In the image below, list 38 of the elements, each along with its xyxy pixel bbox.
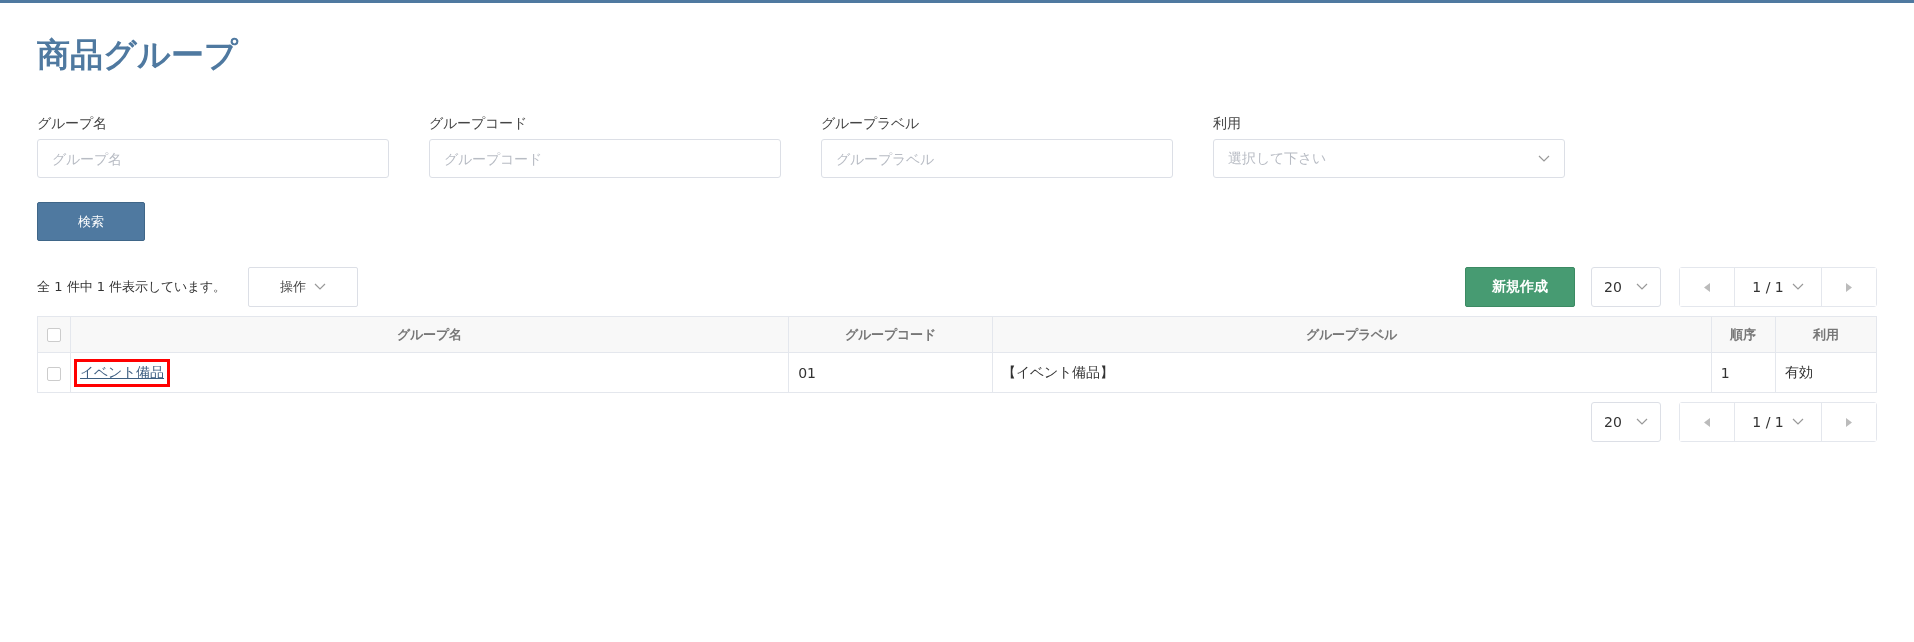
column-header[interactable]: グループ名 (70, 316, 789, 353)
page-size-select[interactable]: 20 (1591, 267, 1661, 307)
page-title: 商品グループ (37, 34, 238, 76)
checkbox[interactable] (47, 366, 61, 381)
search-button[interactable]: 検索 (37, 202, 145, 241)
input-field[interactable]: グループ名 (37, 139, 389, 178)
table-cell: 【イベント備品】 (992, 352, 1712, 393)
triangle-right-icon (1846, 282, 1852, 292)
column-header[interactable]: 利用 (1775, 316, 1877, 353)
triangle-right-icon (1846, 417, 1852, 427)
group-link[interactable]: イベント備品 (74, 358, 171, 387)
create-button[interactable]: 新規作成 (1465, 267, 1575, 307)
input-field[interactable]: グループラベル (821, 139, 1173, 178)
field-label: グループラベル (821, 115, 919, 131)
page-select[interactable]: 1 / 1 (1734, 268, 1822, 306)
column-header[interactable]: グループラベル (992, 316, 1712, 353)
chevron-down-icon (1538, 154, 1550, 163)
input-field[interactable]: グループコード (429, 139, 781, 178)
table-cell: 1 (1711, 352, 1776, 393)
chevron-down-icon (1636, 418, 1648, 426)
column-header[interactable]: 順序 (1711, 316, 1776, 353)
table-cell: 01 (788, 352, 993, 393)
field-label: グループコード (429, 115, 527, 131)
checkbox[interactable] (47, 328, 61, 343)
page-size-select[interactable]: 20 (1591, 402, 1661, 442)
chevron-down-icon (314, 283, 327, 291)
actions-dropdown[interactable]: 操作 (248, 267, 359, 307)
field-label: 利用 (1213, 115, 1241, 131)
chevron-down-icon (1636, 283, 1648, 291)
result-count: 全 1 件中 1 件表示しています。 (37, 278, 227, 296)
field-label: グループ名 (37, 115, 107, 131)
triangle-left-icon (1704, 417, 1710, 427)
column-header[interactable]: グループコード (788, 316, 993, 353)
chevron-down-icon (1791, 418, 1804, 426)
chevron-down-icon (1791, 283, 1804, 291)
table-cell: 有効 (1775, 352, 1877, 393)
page-select[interactable]: 1 / 1 (1734, 403, 1822, 441)
triangle-left-icon (1704, 282, 1710, 292)
